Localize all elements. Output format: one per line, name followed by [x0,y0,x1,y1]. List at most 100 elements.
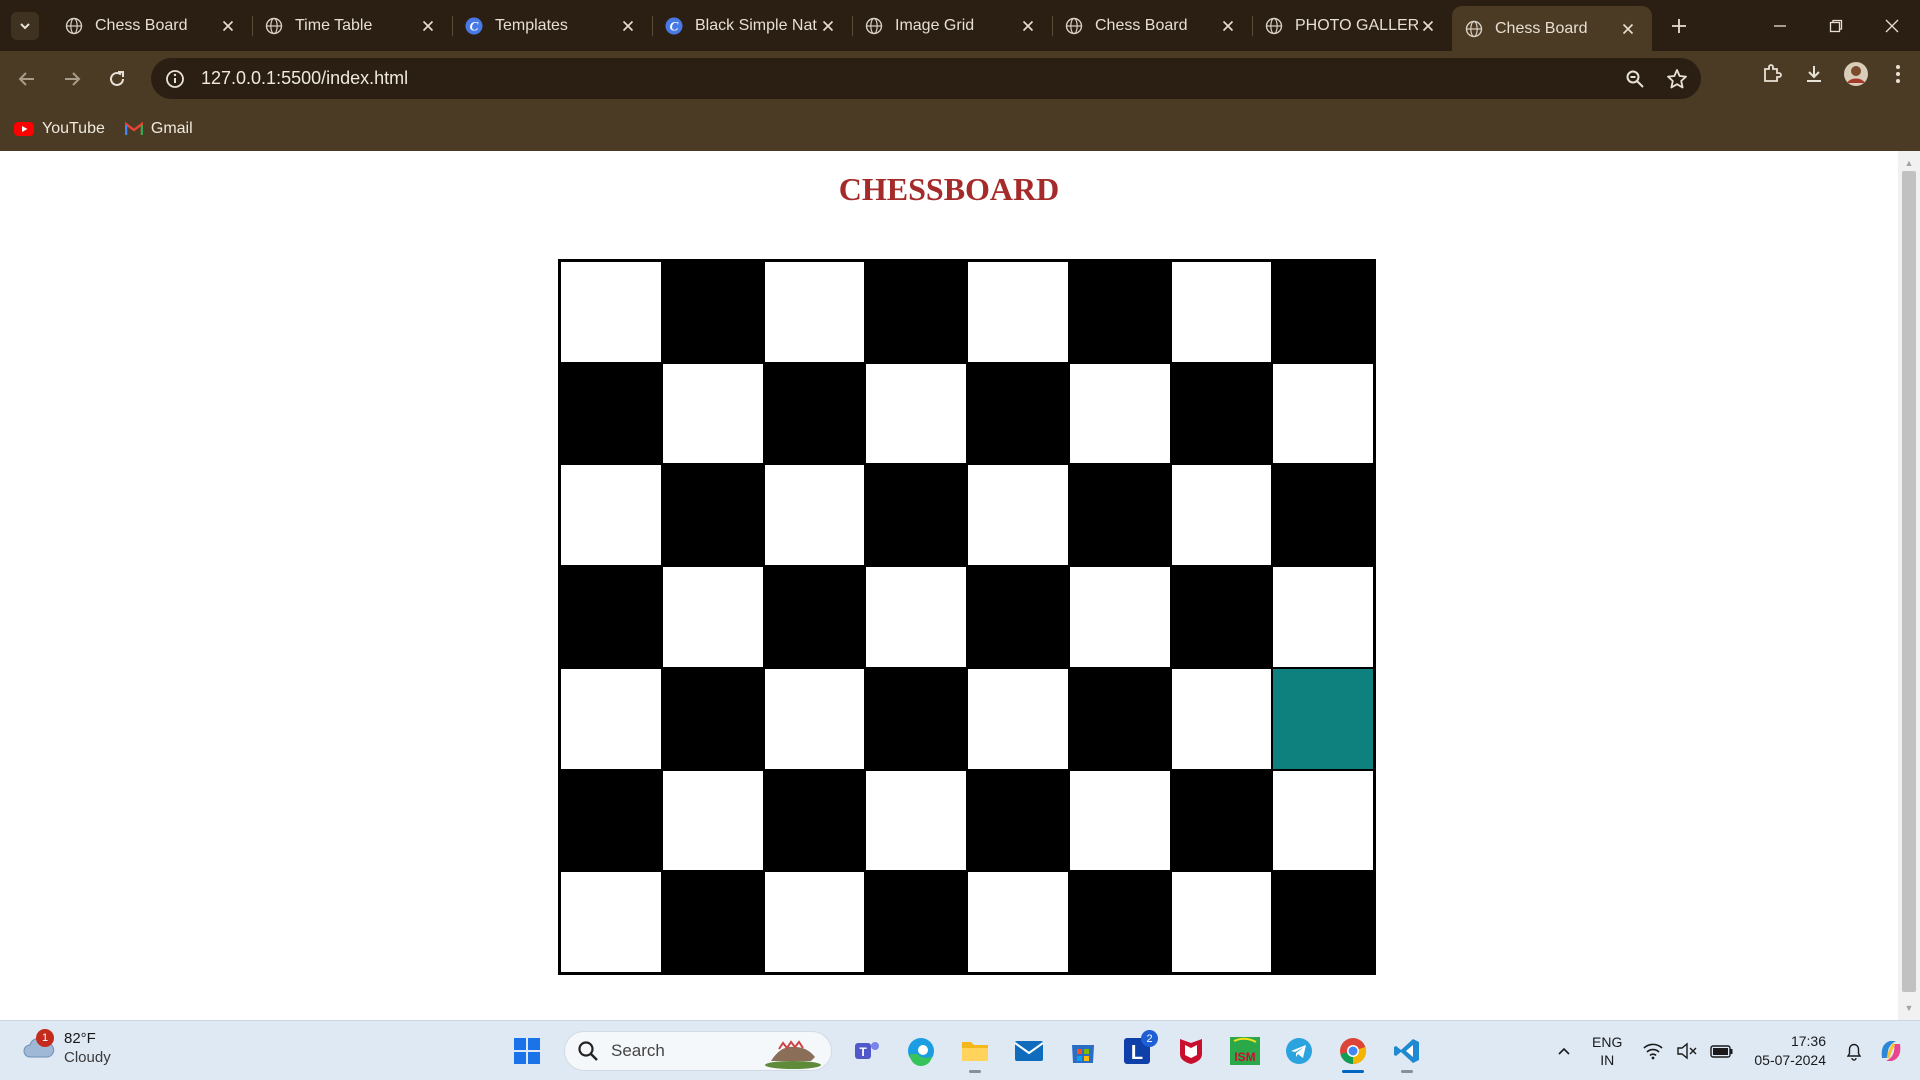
dark-square[interactable] [967,769,1069,872]
close-tab-button[interactable] [618,16,638,36]
tab-6[interactable]: Chess Board [1052,0,1252,51]
light-square[interactable] [1068,362,1171,465]
zoom-button[interactable] [1621,65,1649,93]
profile-button[interactable] [1842,60,1870,88]
taskbar-app-ism[interactable]: ISM [1222,1028,1268,1074]
close-tab-button[interactable] [418,16,438,36]
restore-button[interactable] [1808,0,1864,51]
taskbar-app-vscode[interactable] [1384,1028,1430,1074]
dark-square[interactable] [661,667,764,770]
address-bar[interactable]: 127.0.0.1:5500/index.html [151,58,1701,99]
light-square[interactable] [560,667,662,770]
tab-search-button[interactable] [11,11,39,40]
dark-square[interactable] [763,566,866,668]
close-tab-button[interactable] [1618,19,1638,39]
dark-square[interactable] [661,464,764,567]
scroll-up-arrow[interactable]: ▲ [1898,153,1920,173]
taskbar-app-telegram[interactable] [1276,1028,1322,1074]
light-square[interactable] [661,566,764,668]
light-square[interactable] [865,769,967,872]
light-square[interactable] [1170,464,1273,567]
light-square[interactable] [763,261,866,363]
taskbar-app-mcafee[interactable] [1168,1028,1214,1074]
light-square[interactable] [967,261,1069,363]
close-tab-button[interactable] [1018,16,1038,36]
dark-square[interactable] [865,871,967,973]
dark-square[interactable] [661,871,764,973]
light-square[interactable] [1068,566,1171,668]
volume-status[interactable] [1676,1042,1698,1060]
dark-square[interactable] [1068,667,1171,770]
tab-8[interactable]: Chess Board [1452,6,1652,51]
tab-5[interactable]: Image Grid [852,0,1052,51]
taskbar-app-file-explorer[interactable] [952,1028,998,1074]
wifi-status[interactable] [1642,1042,1664,1060]
light-square[interactable] [1170,261,1273,363]
minimize-button[interactable] [1752,0,1808,51]
light-square[interactable] [967,871,1069,973]
dark-square[interactable] [865,261,967,363]
light-square[interactable] [763,667,866,770]
dark-square[interactable] [1272,261,1374,363]
tab-7[interactable]: PHOTO GALLERY [1252,0,1452,51]
vertical-scrollbar[interactable]: ▲ ▼ [1898,151,1920,1020]
light-square[interactable] [1272,769,1374,872]
taskbar-app-chrome[interactable] [1330,1028,1376,1074]
dark-square[interactable] [661,261,764,363]
dark-square[interactable] [1068,871,1171,973]
close-tab-button[interactable] [818,16,838,36]
light-square[interactable] [661,769,764,872]
close-window-button[interactable] [1864,0,1920,51]
dark-square[interactable] [865,667,967,770]
downloads-button[interactable] [1800,60,1828,88]
start-button[interactable] [504,1028,550,1074]
chrome-menu-button[interactable] [1884,60,1912,88]
light-square[interactable] [763,871,866,973]
taskbar-app-store[interactable] [1060,1028,1106,1074]
scroll-down-arrow[interactable]: ▼ [1898,998,1920,1018]
show-hidden-icons-button[interactable] [1556,1043,1572,1059]
tab-3[interactable]: C Templates [452,0,652,51]
bookmark-gmail[interactable]: Gmail [124,120,193,138]
clock[interactable]: 17:36 05-07-2024 [1754,1032,1826,1070]
tab-4[interactable]: C Black Simple Nat [652,0,852,51]
light-square[interactable] [967,464,1069,567]
battery-status[interactable] [1710,1043,1734,1059]
new-tab-button[interactable] [1662,9,1696,43]
dark-square[interactable] [1170,566,1273,668]
dark-square[interactable] [865,464,967,567]
dark-square[interactable] [560,566,662,668]
site-info-button[interactable] [163,67,187,91]
light-square[interactable] [1272,566,1374,668]
light-square[interactable] [560,261,662,363]
close-tab-button[interactable] [218,16,238,36]
light-square[interactable] [763,464,866,567]
close-tab-button[interactable] [1418,16,1438,36]
weather-widget[interactable]: 1 82°F Cloudy [22,1029,111,1067]
light-square[interactable] [1068,769,1171,872]
dark-square[interactable] [1068,464,1171,567]
light-square[interactable] [865,566,967,668]
bookmark-youtube[interactable]: YouTube [14,120,105,138]
dark-square[interactable] [1272,871,1374,973]
scrollbar-thumb[interactable] [1902,171,1916,992]
light-square[interactable] [661,362,764,465]
taskbar-search[interactable]: Search [564,1031,832,1071]
reload-button[interactable] [99,61,135,97]
dark-square[interactable] [967,362,1069,465]
back-button[interactable] [9,61,45,97]
copilot-button[interactable] [1876,1036,1906,1066]
dark-square[interactable] [560,769,662,872]
light-square[interactable] [1272,362,1374,465]
bookmark-star-button[interactable] [1663,65,1691,93]
url-text[interactable]: 127.0.0.1:5500/index.html [201,68,408,89]
taskbar-app-l[interactable]: L 2 [1114,1028,1160,1074]
taskbar-app-edge[interactable] [898,1028,944,1074]
dark-square[interactable] [1170,769,1273,872]
extensions-button[interactable] [1758,60,1786,88]
light-square[interactable] [1170,871,1273,973]
dark-square[interactable] [560,362,662,465]
taskbar-app-teams[interactable]: T [844,1028,890,1074]
dark-square[interactable] [763,769,866,872]
dark-square[interactable] [1170,362,1273,465]
